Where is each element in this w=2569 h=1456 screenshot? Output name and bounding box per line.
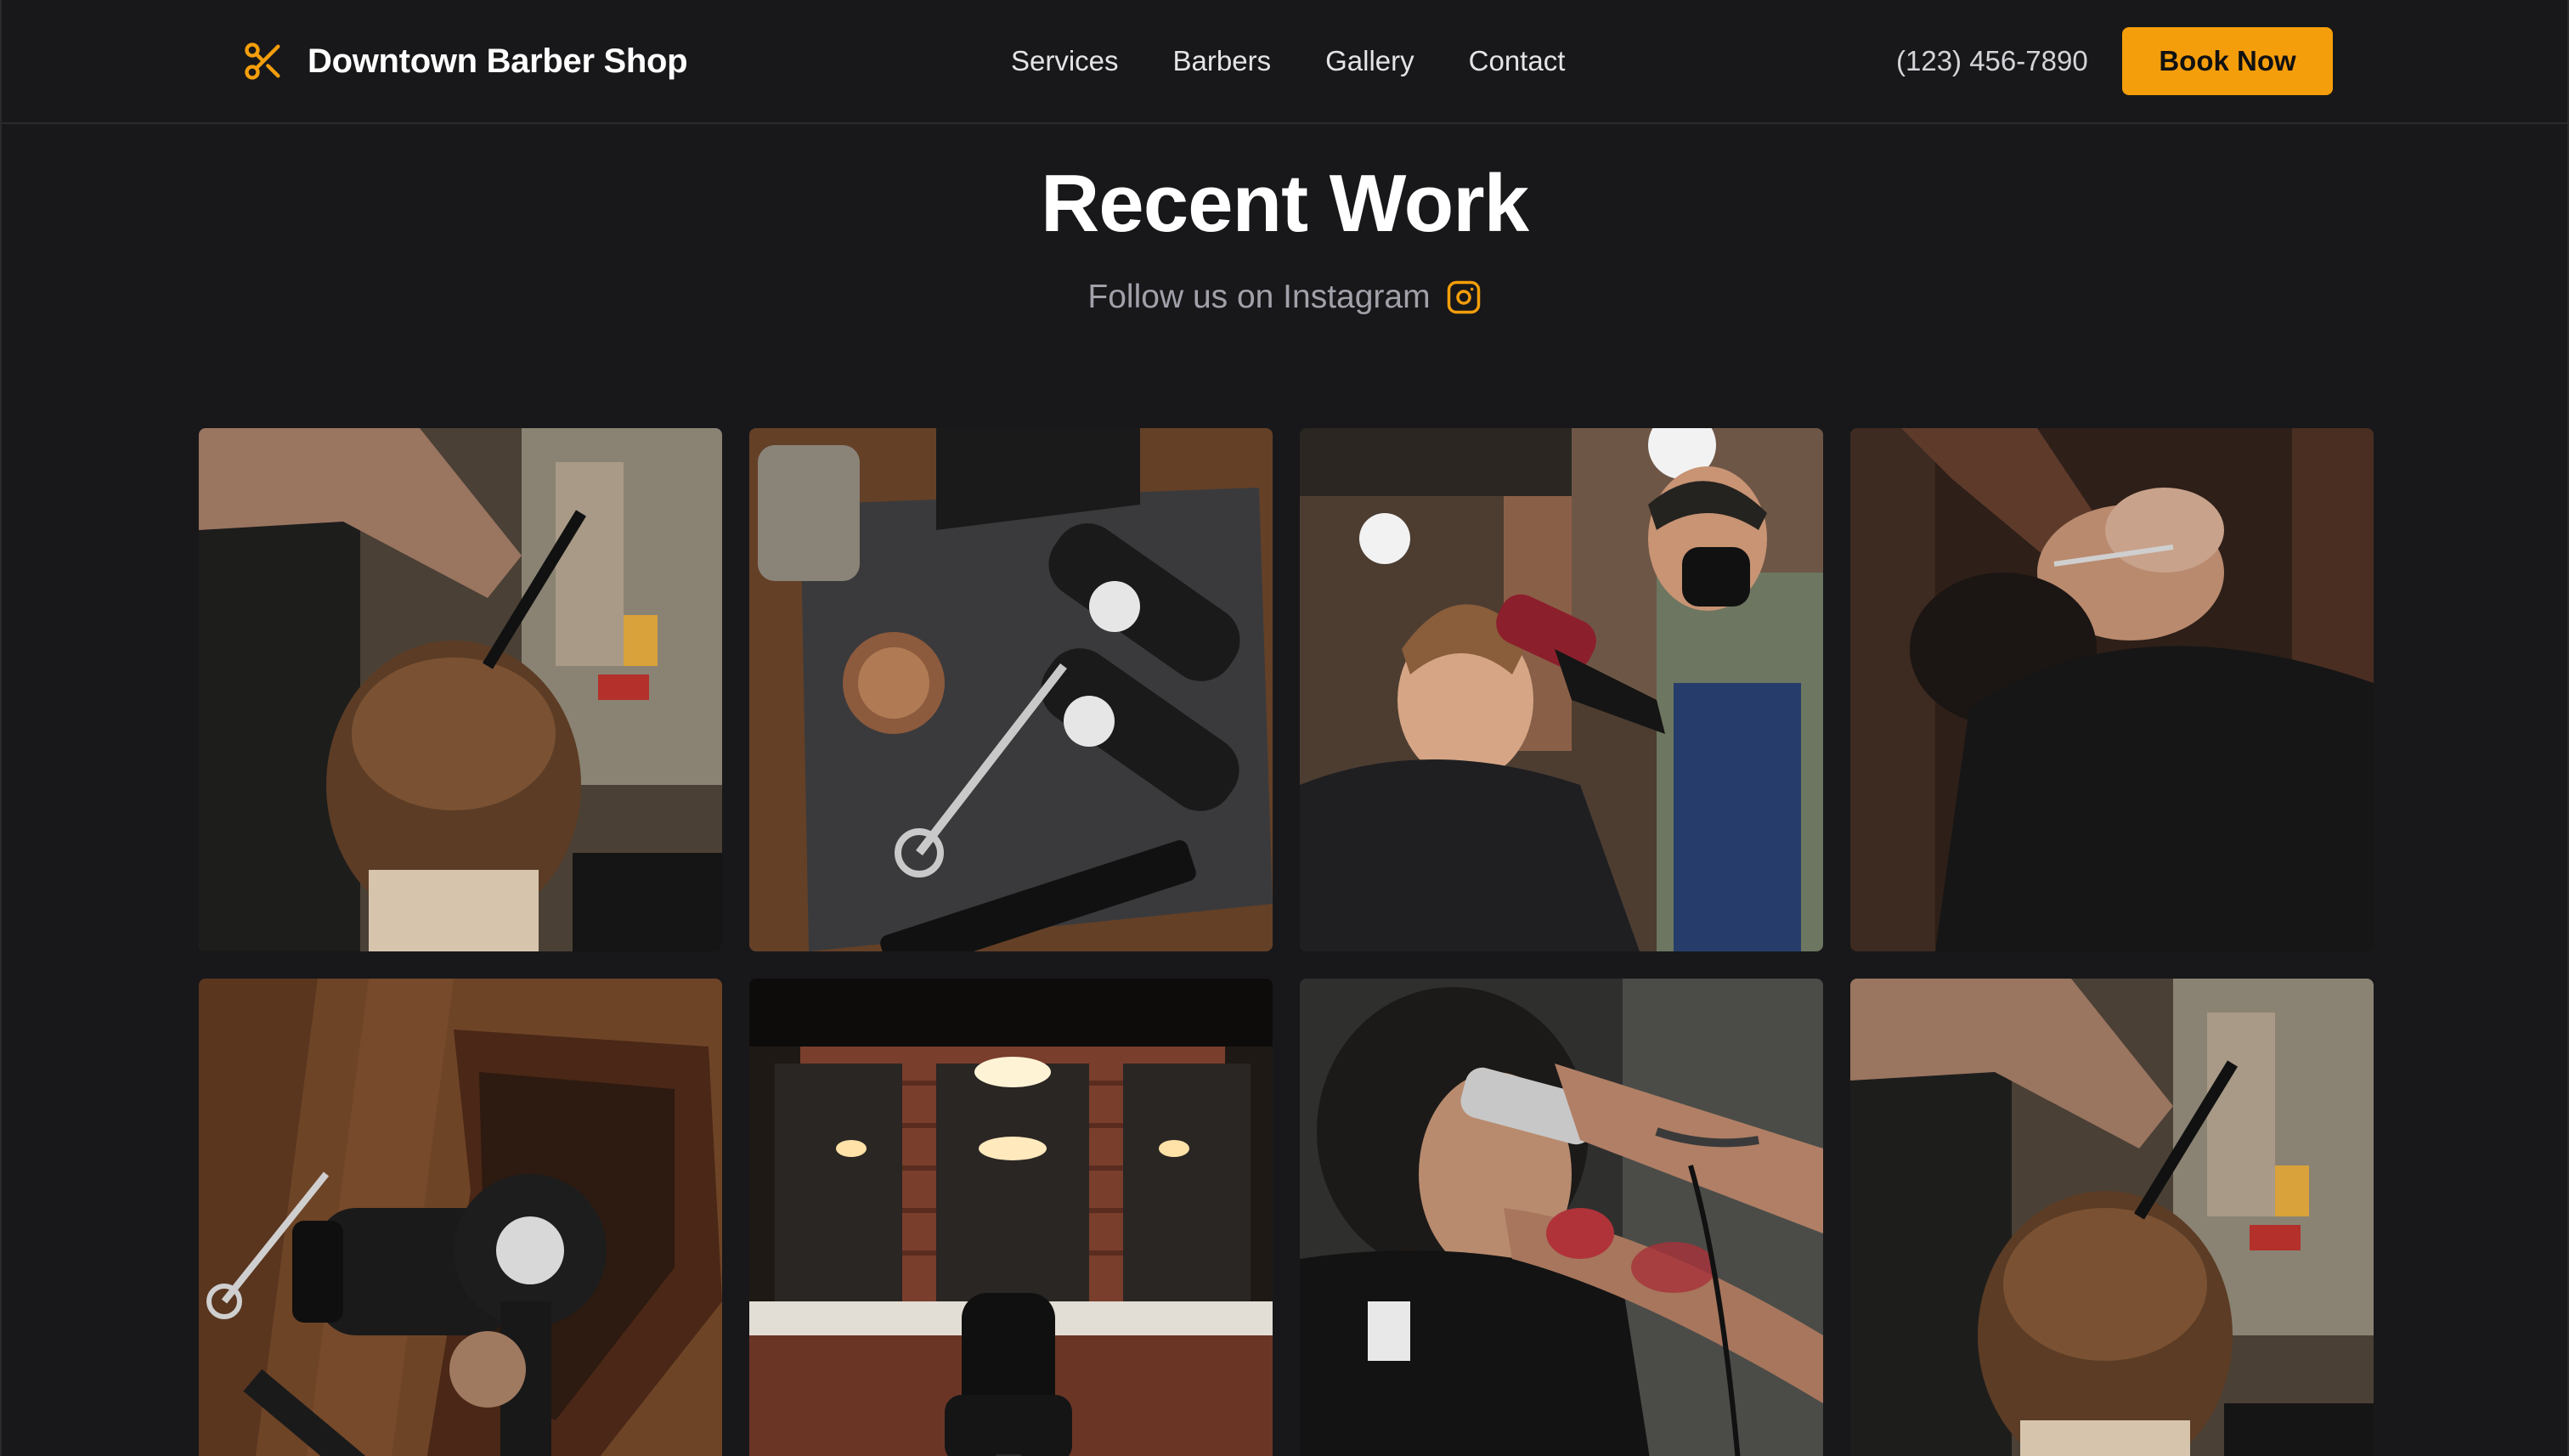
- nav-item-services[interactable]: Services: [1011, 41, 1119, 82]
- instagram-gallery: [199, 428, 2374, 1456]
- main-nav: Services Barbers Gallery Contact: [1011, 41, 1565, 82]
- brand-logo-link[interactable]: Downtown Barber Shop: [241, 37, 688, 85]
- site-header: Downtown Barber Shop Services Barbers Ga…: [2, 0, 2567, 124]
- gallery-image-blow-dry[interactable]: [1300, 428, 1823, 951]
- phone-number-link[interactable]: (123) 456-7890: [1896, 41, 2088, 82]
- gallery-image-shop-interior[interactable]: [749, 979, 1273, 1456]
- scissors-icon: [245, 42, 280, 80]
- gallery-image-beard-shave[interactable]: [1850, 428, 2374, 951]
- nav-item-gallery[interactable]: Gallery: [1325, 41, 1414, 82]
- instagram-icon: [1447, 280, 1480, 314]
- gallery-image-hair-dryer[interactable]: [199, 979, 722, 1456]
- brand-name: Downtown Barber Shop: [308, 42, 688, 80]
- gallery-image-tools-flatlay[interactable]: [749, 428, 1273, 951]
- nav-item-contact[interactable]: Contact: [1469, 41, 1566, 82]
- gallery-image-neck-trim[interactable]: [1300, 979, 1823, 1456]
- page: Downtown Barber Shop Services Barbers Ga…: [0, 0, 2569, 1456]
- gallery-image-haircut-back-2[interactable]: [1850, 979, 2374, 1456]
- gallery-image-haircut-back[interactable]: [199, 428, 722, 951]
- section-title: Recent Work: [1040, 158, 1529, 249]
- instagram-follow-link[interactable]: Follow us on Instagram: [2, 274, 2567, 321]
- nav-item-barbers[interactable]: Barbers: [1173, 41, 1272, 82]
- book-now-button[interactable]: Book Now: [2122, 27, 2333, 95]
- instagram-follow-text: Follow us on Instagram: [1087, 279, 1431, 315]
